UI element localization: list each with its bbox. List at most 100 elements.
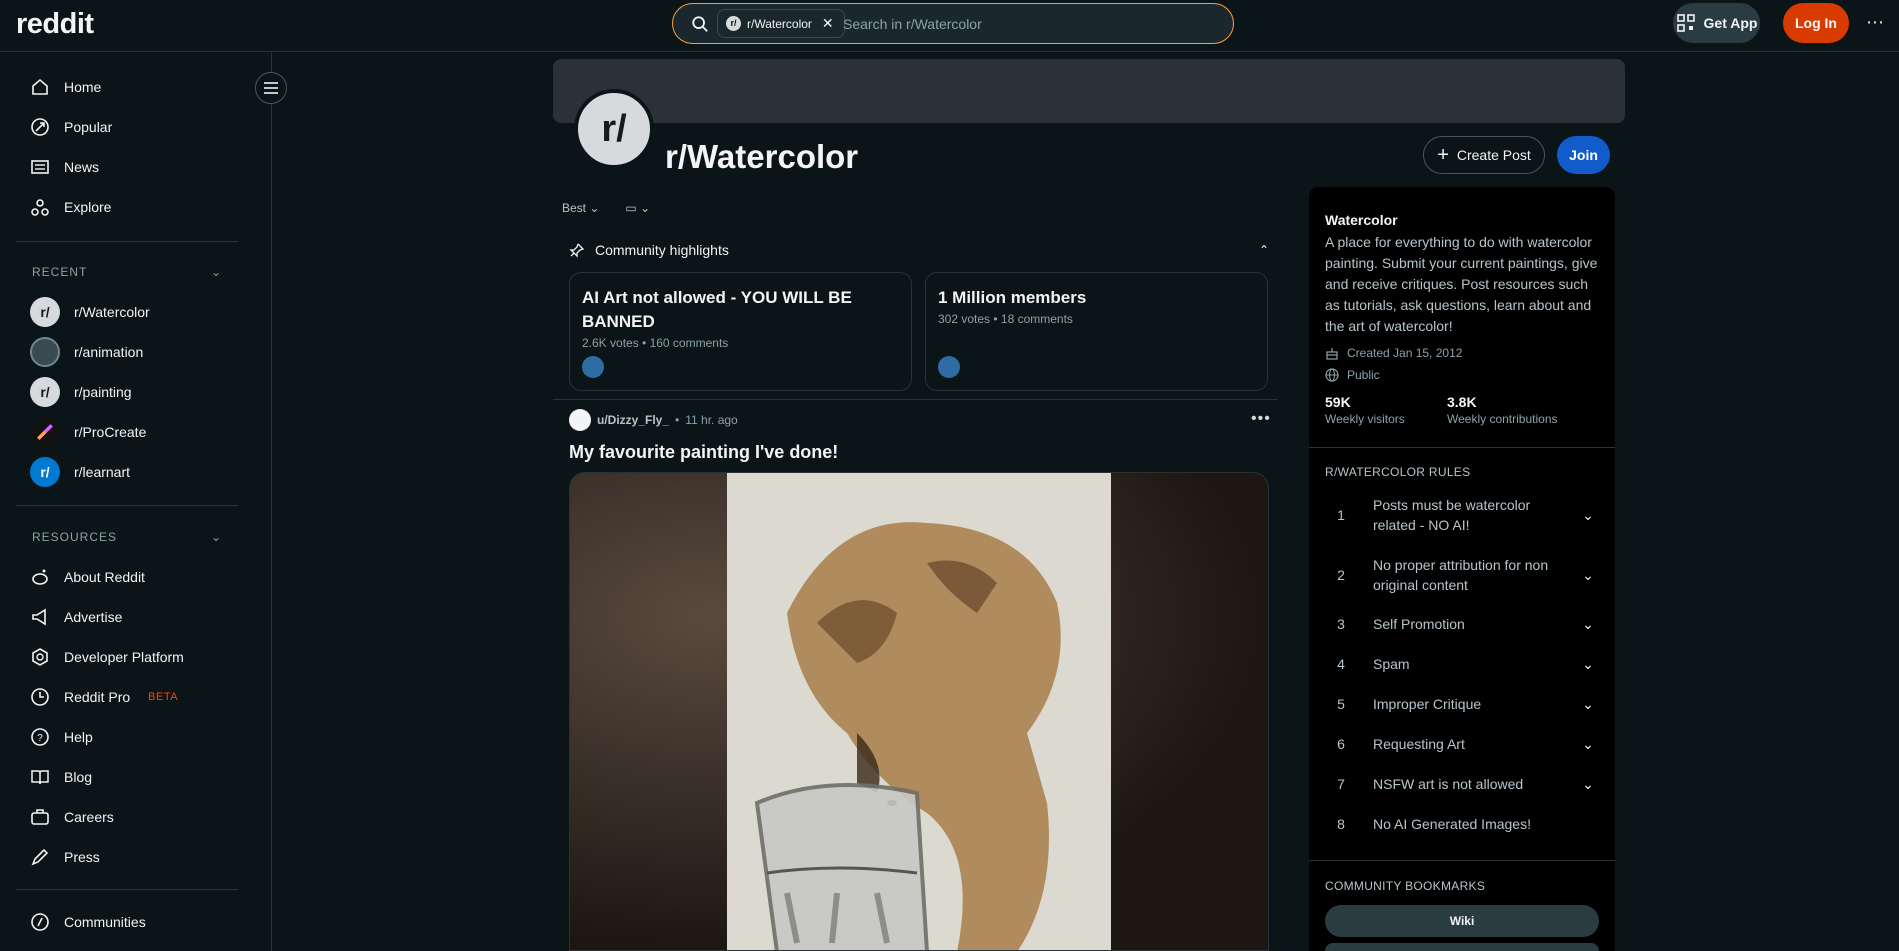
stat-label: Weekly contributions [1447,412,1558,426]
menu-icon [264,82,278,94]
rule-item[interactable]: 6 Requesting Art ⌄ [1325,734,1600,754]
sidebar-item-developer-platform[interactable]: Developer Platform [30,637,250,677]
create-post-button[interactable]: + Create Post [1423,136,1545,174]
highlight-meta: 2.6K votes • 160 comments [582,336,729,350]
rule-item[interactable]: 2 No proper attribution for non original… [1325,555,1600,595]
svg-text:?: ? [37,733,43,744]
chevron-up-icon[interactable]: ⌃ [1259,243,1269,257]
view-dropdown[interactable]: ▭ ⌄ [625,201,650,215]
post-more-options-icon[interactable]: ••• [1251,410,1271,428]
rule-text: No proper attribution for non original c… [1373,557,1549,593]
search-bar[interactable]: r/ r/Watercolor ✕ Search in r/Watercolor [672,3,1234,44]
get-app-label: Get App [1703,15,1758,31]
resources-section-header[interactable]: RESOURCES ⌄ [32,530,222,544]
rule-item[interactable]: 4 Spam ⌄ [1325,654,1600,674]
procreate-brush-icon [37,424,53,440]
rule-number: 5 [1337,696,1345,712]
sidebar-item-press[interactable]: Press [30,837,250,877]
sidebar-item-painting[interactable]: r/ r/painting [30,372,250,412]
log-in-button[interactable]: Log In [1783,3,1849,43]
sidebar-item-blog[interactable]: Blog [30,757,250,797]
rule-number: 7 [1337,776,1345,792]
reddit-logo[interactable]: reddit [16,8,94,41]
post-title[interactable]: My favourite painting I've done! [569,442,838,463]
sidebar-item-about-reddit[interactable]: About Reddit [30,557,250,597]
rule-number: 8 [1337,816,1345,832]
bookmark-button[interactable] [1325,943,1599,951]
sidebar-item-label: About Reddit [64,569,145,585]
sidebar-item-home[interactable]: Home [30,67,250,107]
card-view-icon: ▭ [625,201,637,215]
sidebar-item-news[interactable]: News [30,147,250,187]
community-highlights-header[interactable]: Community highlights ⌃ [569,242,1269,258]
chevron-down-icon: ⌄ [1582,735,1594,752]
sidebar-item-careers[interactable]: Careers [30,797,250,837]
highlight-card[interactable]: AI Art not allowed - YOU WILL BE BANNED … [569,272,912,391]
sort-dropdown[interactable]: Best ⌄ [562,201,599,215]
sidebar-item-label: News [64,159,100,175]
rule-text: Spam [1373,656,1410,672]
user-avatar[interactable] [569,409,591,431]
visibility: Public [1325,368,1380,382]
post-meta: u/Dizzy_Fly_ • 11 hr. ago [569,409,738,431]
rule-text: No AI Generated Images! [1373,816,1531,832]
popular-icon [31,118,49,136]
sidebar-item-explore[interactable]: Explore [30,187,250,227]
sidebar-item-label: r/ProCreate [74,424,147,440]
sidebar-item-help[interactable]: ? Help [30,717,250,757]
sidebar-item-label: Careers [64,809,114,825]
sidebar-item-advertise[interactable]: Advertise [30,597,250,637]
sidebar-item-watercolor[interactable]: r/ r/Watercolor [30,292,250,332]
chevron-down-icon: ⌄ [1582,615,1594,632]
search-icon [692,16,708,32]
top-bar: reddit r/ r/Watercolor ✕ Search in r/Wat… [0,0,1899,52]
rule-number: 2 [1337,567,1345,583]
rule-item: 8 No AI Generated Images! [1325,814,1600,834]
community-avatar: r/ [30,377,60,407]
sidebar-item-label: Blog [64,769,93,785]
rule-text: Posts must be watercolor related - NO AI… [1373,497,1531,533]
chevron-down-icon: ⌄ [1582,695,1594,712]
recent-section-header[interactable]: RECENT ⌄ [32,265,222,279]
sort-label: Best [562,201,587,215]
close-icon[interactable]: ✕ [822,15,834,32]
search-scope-chip[interactable]: r/ r/Watercolor ✕ [717,9,845,38]
weekly-visitors-stat: 59K Weekly visitors [1325,394,1405,428]
more-options-icon[interactable]: ⋯ [1866,12,1884,33]
rule-item[interactable]: 5 Improper Critique ⌄ [1325,694,1600,714]
highlight-card[interactable]: 1 Million members 302 votes • 18 comment… [925,272,1268,391]
chevron-down-icon: ⌄ [1582,506,1594,523]
sidebar-item-learnart[interactable]: r/ r/learnart [30,452,250,492]
get-app-button[interactable]: Get App [1673,3,1760,43]
community-avatar: r/ [30,457,60,487]
sidebar-item-animation[interactable]: r/animation [30,332,250,372]
sidebar-item-label: Advertise [64,609,123,625]
sidebar-item-communities[interactable]: Communities [30,902,250,942]
bookmarks-section-title: COMMUNITY BOOKMARKS [1325,879,1486,893]
rule-item[interactable]: 1 Posts must be watercolor related - NO … [1325,495,1600,535]
pro-icon [31,688,49,706]
community-avatar: r/ [30,297,60,327]
rule-item[interactable]: 7 NSFW art is not allowed ⌄ [1325,774,1600,794]
wiki-bookmark-button[interactable]: Wiki [1325,905,1599,937]
search-input[interactable]: Search in r/Watercolor [843,16,982,32]
sidebar-item-label: r/painting [74,384,132,400]
plus-icon: + [1437,144,1449,166]
home-icon [32,78,48,95]
chevron-down-icon: ⌄ [1582,655,1594,672]
post-author[interactable]: u/Dizzy_Fly_ [597,413,669,427]
sidebar-item-procreate[interactable]: r/ProCreate [30,412,250,452]
sidebar-toggle-button[interactable] [255,72,287,104]
sidebar-item-reddit-pro[interactable]: Reddit Pro BETA [30,677,250,717]
join-button[interactable]: Join [1557,136,1610,174]
rules-section-title: R/WATERCOLOR RULES [1325,465,1471,479]
post-image[interactable] [569,472,1269,951]
divider [16,241,238,242]
sidebar-item-popular[interactable]: Popular [30,107,250,147]
post-time: 11 hr. ago [685,413,738,427]
sidebar-item-label: Developer Platform [64,649,184,665]
created-label: Created Jan 15, 2012 [1347,346,1463,360]
rule-item[interactable]: 3 Self Promotion ⌄ [1325,614,1600,634]
globe-icon [1325,368,1339,382]
divider [16,889,238,890]
